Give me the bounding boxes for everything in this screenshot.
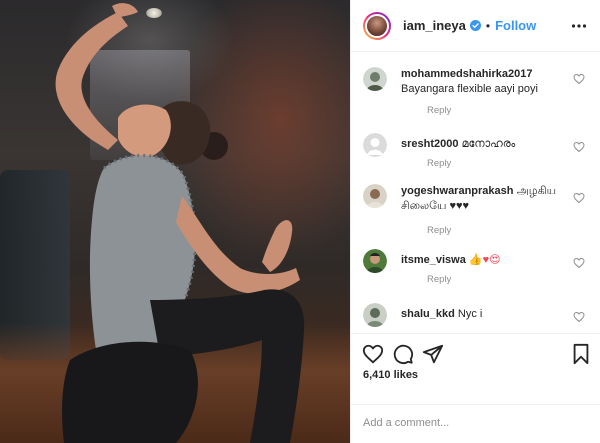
comment-username[interactable]: sresht2000 [401,138,459,150]
heart-icon[interactable] [362,343,384,365]
comment-username[interactable]: itsme_viswa [401,254,466,266]
reply-link[interactable]: Reply [427,274,451,285]
commenter-avatar[interactable] [363,184,387,208]
likes-count[interactable]: 6,410 likes [363,369,418,381]
commenter-avatar[interactable] [363,249,387,273]
comment-text: Bayangara flexible aayi poyi [401,83,538,95]
comment-like-icon[interactable] [573,141,585,153]
comment-text: 👍♥😍 [468,254,501,266]
add-comment-section [351,404,600,443]
comment-text: Nyc i [457,308,483,320]
comments-list[interactable]: mohammedshahirka2017 Bayangara flexible … [351,53,600,330]
comment-body: sresht2000 മനോഹരം [401,137,571,152]
follow-button[interactable]: Follow [495,18,536,33]
comment-username[interactable]: shalu_kkd [401,308,455,320]
comment-body: mohammedshahirka2017 Bayangara flexible … [401,67,571,97]
comment-like-icon[interactable] [573,192,585,204]
comment-icon[interactable] [392,343,414,365]
bookmark-icon[interactable] [570,343,592,365]
comment-like-icon[interactable] [573,73,585,85]
author-avatar[interactable] [363,11,391,40]
comment-like-icon[interactable] [573,257,585,269]
post-actions-bar: 6,410 likes [351,333,600,443]
commenter-avatar[interactable] [363,67,387,91]
comment-body: yogeshwaranprakash அழகிய சிலையே ♥♥♥ [401,184,571,214]
author-username[interactable]: iam_ineya [403,18,466,33]
comment-username[interactable]: yogeshwaranprakash [401,185,514,197]
reply-link[interactable]: Reply [427,225,451,236]
post-header: iam_ineya • Follow [351,0,600,52]
commenter-avatar[interactable] [363,133,387,157]
yoga-pose-figure [55,3,305,443]
commenter-avatar[interactable] [363,303,387,327]
verified-badge-icon [469,20,481,31]
header-separator: • [485,18,491,33]
comment-body: shalu_kkd Nyc i [401,307,571,322]
share-icon[interactable] [422,343,444,365]
add-comment-input[interactable] [363,417,583,429]
comment-like-icon[interactable] [573,311,585,323]
comment-text: മനോഹരം [461,138,516,150]
post-photo[interactable] [0,0,350,443]
reply-link[interactable]: Reply [427,158,451,169]
comment-username[interactable]: mohammedshahirka2017 [401,68,532,80]
comment-body: itsme_viswa 👍♥😍 [401,253,571,268]
more-options-icon[interactable] [571,18,587,34]
post-side-panel: iam_ineya • Follow mohammedshahirka2017 … [350,0,600,443]
reply-link[interactable]: Reply [427,105,451,116]
